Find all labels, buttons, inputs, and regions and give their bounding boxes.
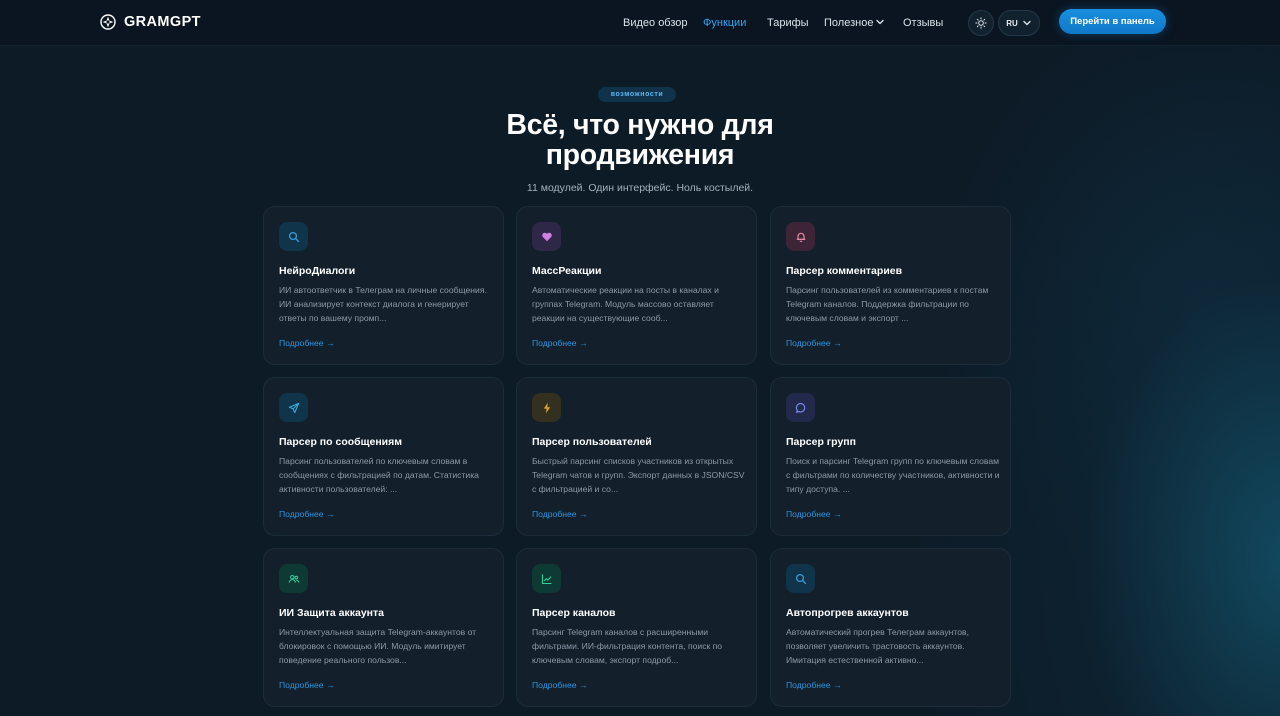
feature-card-more-link[interactable]: Подробнее → [786,338,842,348]
feature-card-title: ИИ Защита аккаунта [279,607,384,619]
feature-card-more-link[interactable]: Подробнее → [279,509,335,519]
chart-icon [532,564,561,593]
nav-link-useful-dropdown[interactable]: Полезное [824,17,885,29]
feature-card-more-link[interactable]: Подробнее → [279,680,335,690]
feature-card-description: Быстрый парсинг списков участников из от… [532,456,745,494]
page-title: Всё, что нужно для продвижения [506,109,774,171]
feature-card[interactable]: Парсер по сообщениям Парсинг пользовател… [263,377,504,536]
feature-card-description: Парсинг пользователей по ключевым словам… [279,456,479,494]
heart-icon [532,222,561,251]
brand-name: GRAMGPT [124,14,201,30]
feature-card-more-link[interactable]: Подробнее → [532,509,588,519]
theme-toggle-button[interactable] [968,10,994,36]
feature-card-title: Парсер групп [786,436,856,448]
feature-card-title: Парсер комментариев [786,265,903,277]
feature-card-description: Парсинг Telegram каналов с расширенными … [532,627,723,665]
feature-card-description: Интеллектуальная защита Telegram-аккаунт… [279,627,477,665]
section-badge: возможности [598,87,676,102]
feature-card[interactable]: Парсер пользователей Быстрый парсинг спи… [516,377,757,536]
nav-link-video[interactable]: Видео обзор [623,17,688,29]
feature-card-title: Автопрогрев аккаунтов [786,607,909,619]
language-label: RU [1006,18,1018,28]
feature-card-more-link[interactable]: Подробнее → [786,509,842,519]
bolt-icon [532,393,561,422]
feature-card-title: Парсер пользователей [532,436,652,448]
search-icon [786,564,815,593]
users-icon [279,564,308,593]
top-navbar: GRAMGPT Видео обзор Функции Тарифы Полез… [0,0,1280,46]
logo-icon [100,14,116,30]
feature-card-more-link[interactable]: Подробнее → [279,338,335,348]
nav-link-pricing[interactable]: Тарифы [767,17,809,29]
feature-card-description: Поиск и парсинг Telegram групп по ключев… [786,456,1000,494]
nav-link-reviews[interactable]: Отзывы [903,17,943,29]
feature-card[interactable]: МассРеакции Автоматические реакции на по… [516,206,757,365]
feature-card-more-link[interactable]: Подробнее → [532,338,588,348]
feature-card[interactable]: Парсер комментариев Парсинг пользователе… [770,206,1011,365]
nav-link-useful-label: Полезное [824,17,874,29]
feature-card[interactable]: Парсер каналов Парсинг Telegram каналов … [516,548,757,707]
feature-card-more-link[interactable]: Подробнее → [786,680,842,690]
bell-icon [786,222,815,251]
brand-logo[interactable]: GRAMGPT [100,14,201,30]
feature-card-more-link[interactable]: Подробнее → [532,680,588,690]
sun-icon [975,17,987,29]
go-to-panel-button[interactable]: Перейти в панель [1059,9,1166,34]
chevron-down-icon [876,19,885,25]
chat-icon [786,393,815,422]
send-icon [279,393,308,422]
feature-card[interactable]: Автопрогрев аккаунтов Автоматический про… [770,548,1011,707]
search-icon [279,222,308,251]
feature-card-description: Парсинг пользователей из комментариев к … [786,285,989,323]
feature-card-title: Парсер по сообщениям [279,436,403,448]
page-subtitle: 11 модулей. Один интерфейс. Ноль костыле… [526,182,754,194]
feature-card-title: МассРеакции [532,265,602,277]
feature-card-description: ИИ автоответчик в Телеграм на личные соо… [279,285,487,323]
feature-card-description: Автоматический прогрев Телеграм аккаунто… [786,627,969,665]
feature-card-title: Парсер каналов [532,607,616,619]
feature-card[interactable]: ИИ Защита аккаунта Интеллектуальная защи… [263,548,504,707]
feature-card[interactable]: Парсер групп Поиск и парсинг Telegram гр… [770,377,1011,536]
language-selector[interactable]: RU [998,10,1040,36]
nav-link-features[interactable]: Функции [703,17,746,29]
feature-card-description: Автоматические реакции на посты в канала… [532,285,719,323]
chevron-down-icon [1023,20,1031,26]
feature-card-title: НейроДиалоги [279,265,356,277]
feature-card[interactable]: НейроДиалоги ИИ автоответчик в Телеграм … [263,206,504,365]
